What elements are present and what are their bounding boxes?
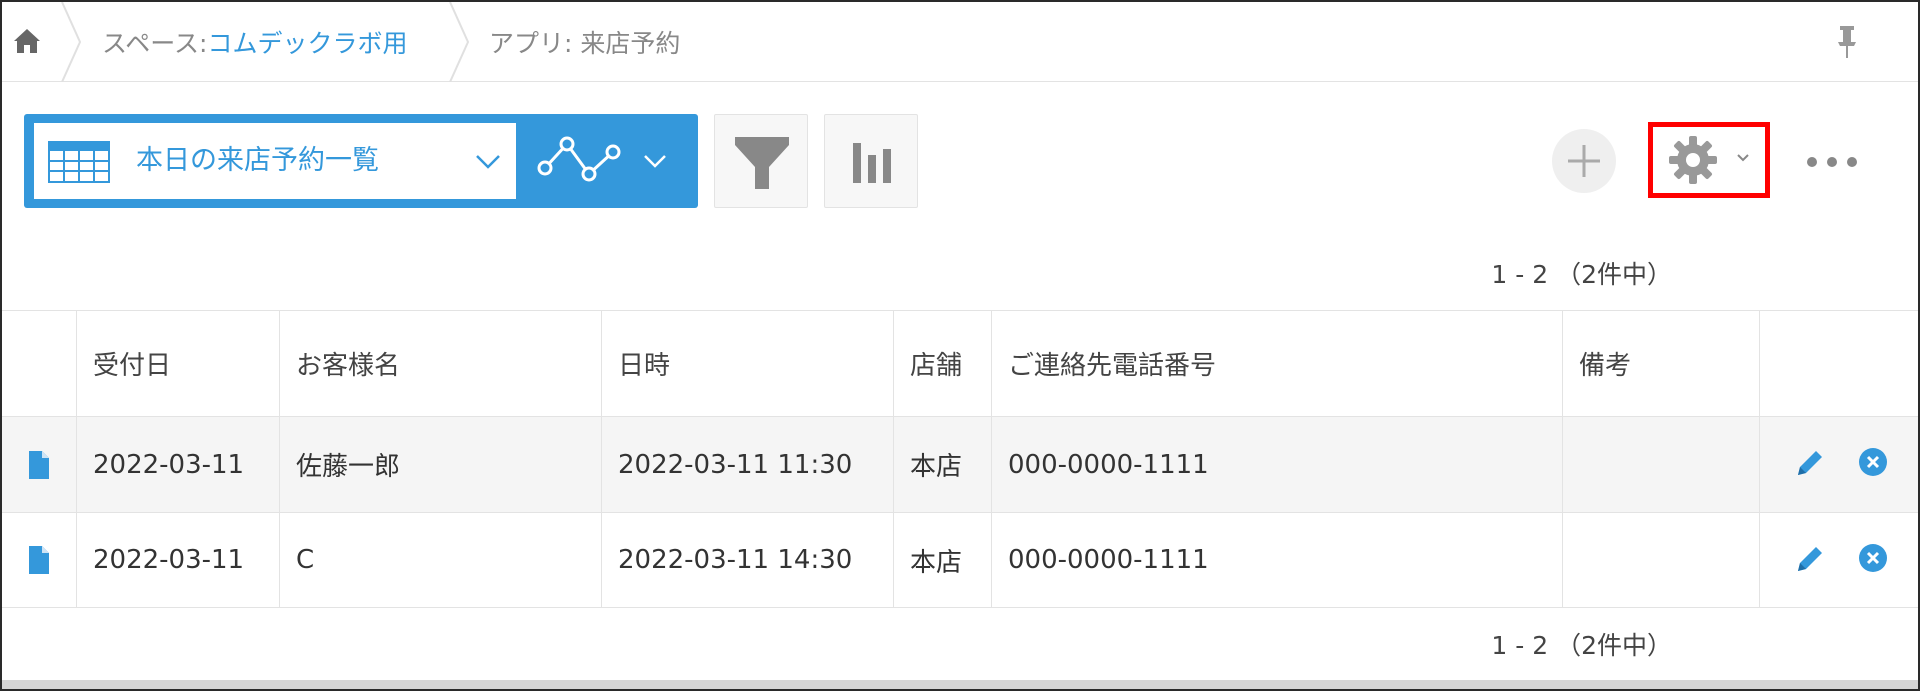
home-icon[interactable] (12, 26, 42, 56)
delete-icon[interactable] (1858, 543, 1888, 573)
column-header[interactable]: お客様名 (279, 311, 601, 416)
settings-button[interactable] (1648, 122, 1770, 198)
table-header-row: 受付日 お客様名 日時 店舗 ご連絡先電話番号 備考 (2, 310, 1918, 416)
cell-received-date: 2022-03-11 (76, 513, 279, 607)
cell-phone: 000-0000-1111 (991, 417, 1562, 512)
pencil-icon[interactable] (1792, 541, 1828, 577)
add-record-button[interactable] (1552, 129, 1616, 193)
graph-icon[interactable] (529, 130, 689, 192)
cell-store: 本店 (893, 513, 991, 607)
column-header[interactable]: ご連絡先電話番号 (991, 311, 1562, 416)
breadcrumb-space[interactable]: スペース: コムデックラボ用 (102, 2, 407, 82)
cell-customer-name: 佐藤一郎 (279, 417, 601, 512)
breadcrumb-app: アプリ: 来店予約 (489, 29, 681, 58)
pin-icon[interactable] (1834, 24, 1860, 60)
breadcrumb-separator (61, 2, 82, 82)
header-cell-actions (1759, 311, 1918, 416)
cell-datetime: 2022-03-11 14:30 (601, 513, 893, 607)
row-actions (1759, 513, 1918, 607)
view-name: 本日の来店予約一覧 (136, 145, 379, 176)
pager-bottom: 1 - 2 （2件中） (1491, 631, 1672, 660)
app-window: スペース: コムデックラボ用 アプリ: 来店予約 本日の来店予約一覧 1 - 2… (0, 0, 1920, 691)
column-header[interactable]: 店舗 (893, 311, 991, 416)
breadcrumb-space-prefix: スペース: (102, 29, 208, 58)
header-cell-detail (2, 311, 76, 416)
column-header[interactable]: 受付日 (76, 311, 279, 416)
cell-customer-name: C (279, 513, 601, 607)
view-selector[interactable]: 本日の来店予約一覧 (34, 123, 516, 199)
cell-datetime: 2022-03-11 11:30 (601, 417, 893, 512)
document-icon[interactable] (27, 450, 51, 480)
bottom-divider (2, 680, 1918, 689)
more-icon[interactable] (1802, 142, 1862, 182)
delete-icon[interactable] (1858, 447, 1888, 477)
filter-button[interactable] (714, 114, 808, 208)
table-row: 2022-03-11 佐藤一郎 2022-03-11 11:30 本店 000-… (2, 416, 1918, 512)
breadcrumb: スペース: コムデックラボ用 アプリ: 来店予約 (2, 2, 1918, 82)
cell-note (1562, 513, 1759, 607)
document-icon[interactable] (27, 545, 51, 575)
chevron-down-icon (476, 155, 500, 169)
cell-note (1562, 417, 1759, 512)
pencil-icon[interactable] (1792, 445, 1828, 481)
gear-icon (1669, 136, 1749, 184)
column-header[interactable]: 備考 (1562, 311, 1759, 416)
column-header[interactable]: 日時 (601, 311, 893, 416)
view-selector-group: 本日の来店予約一覧 (24, 114, 698, 208)
table-row: 2022-03-11 C 2022-03-11 14:30 本店 000-000… (2, 512, 1918, 608)
bar-chart-icon (853, 143, 891, 183)
record-detail-cell[interactable] (2, 513, 76, 607)
plus-icon (1568, 145, 1600, 177)
breadcrumb-separator (449, 2, 470, 82)
cell-store: 本店 (893, 417, 991, 512)
breadcrumb-space-link[interactable]: コムデックラボ用 (207, 24, 407, 60)
filter-icon (735, 137, 789, 189)
cell-phone: 000-0000-1111 (991, 513, 1562, 607)
pager-top: 1 - 2 （2件中） (1491, 260, 1672, 289)
record-detail-cell[interactable] (2, 417, 76, 512)
row-actions (1759, 417, 1918, 512)
chart-button[interactable] (824, 114, 918, 208)
table-view-icon (48, 141, 110, 183)
cell-received-date: 2022-03-11 (76, 417, 279, 512)
